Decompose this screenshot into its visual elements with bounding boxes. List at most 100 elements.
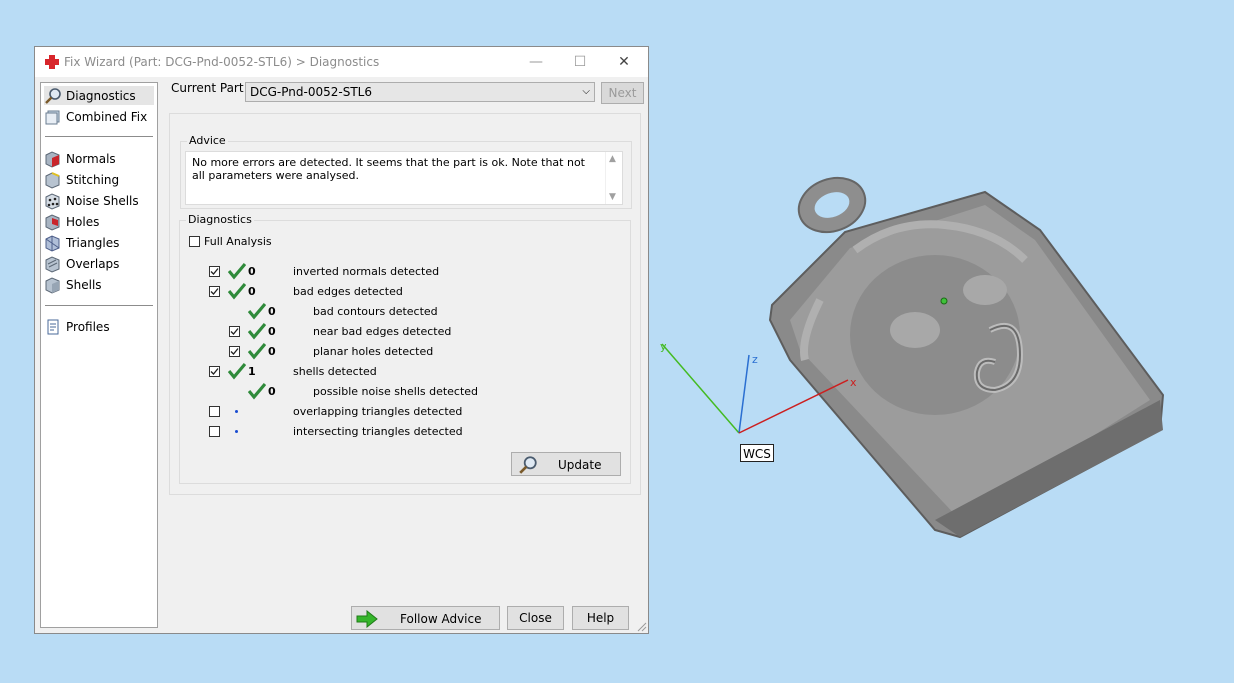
diagnostics-title: Diagnostics [186,213,254,226]
next-button[interactable]: Next [601,82,644,104]
current-part-label: Current Part: [171,81,248,95]
maximize-button[interactable]: ☐ [558,47,602,77]
ok-check-icon [247,322,267,340]
sidebar-item-normals[interactable]: Normals [44,149,116,168]
arrow-right-icon [356,610,378,628]
diagnostic-checkbox[interactable] [229,326,240,337]
sidebar-item-profiles[interactable]: Profiles [44,317,110,336]
diagnostic-label: bad contours detected [313,305,438,318]
advice-text: No more errors are detected. It seems th… [192,156,585,182]
sidebar-item-holes[interactable]: Holes [44,212,99,231]
window-title: Fix Wizard (Part: DCG-Pnd-0052-STL6) > D… [64,55,380,69]
pending-dot-icon [235,410,238,413]
diagnostic-label: shells detected [293,365,377,378]
noise-shells-icon [45,192,60,210]
checkmark-icon [230,328,239,335]
sidebar-divider [45,136,153,137]
normals-icon [45,150,60,168]
ok-check-icon [227,262,247,280]
sidebar-item-label: Combined Fix [66,109,148,124]
title-bar[interactable]: Fix Wizard (Part: DCG-Pnd-0052-STL6) > D… [35,47,648,77]
sidebar-item-shells[interactable]: Shells [44,275,102,294]
wizard-sidebar: Diagnostics Combined Fix Normals Stitchi… [40,82,158,628]
diagnostic-label: bad edges detected [293,285,403,298]
triangles-icon [45,234,60,252]
full-analysis-checkbox[interactable] [189,236,200,247]
sidebar-item-label: Holes [66,214,100,229]
update-button[interactable]: Update [511,452,621,476]
sidebar-item-label: Triangles [66,235,120,250]
ok-check-icon [247,342,267,360]
profiles-icon [47,319,59,334]
diagnostic-label: intersecting triangles detected [293,425,463,438]
y-axis [661,343,740,434]
sidebar-item-label: Overlaps [66,256,120,271]
diagnostic-checkbox[interactable] [209,366,220,377]
ok-check-icon [227,362,247,380]
checkmark-icon [230,348,239,355]
checkmark-icon [210,288,219,295]
diagnostic-count: 0 [268,345,276,358]
current-part-value: DCG-Pnd-0052-STL6 [250,85,372,99]
current-part-dropdown[interactable]: DCG-Pnd-0052-STL6 ⌵ [245,82,595,102]
sidebar-item-label: Profiles [66,319,110,334]
y-axis-label: y [660,340,667,353]
update-label: Update [558,458,602,472]
x-axis-label: x [850,376,857,389]
pendant-model[interactable] [768,169,1165,539]
diagnostic-checkbox[interactable] [209,266,220,277]
sidebar-item-combined-fix[interactable]: Combined Fix [44,107,147,126]
ok-check-icon [247,302,267,320]
sidebar-item-label: Shells [66,277,102,292]
magnifier-icon [45,87,61,104]
diagnostic-label: planar holes detected [313,345,434,358]
diagnostic-count: 0 [268,305,276,318]
diagnostic-count: 0 [268,325,276,338]
pending-dot-icon [235,430,238,433]
z-axis [738,354,750,434]
sidebar-item-label: Normals [66,151,116,166]
sidebar-item-stitching[interactable]: Stitching [44,170,119,189]
resize-grip-icon[interactable] [635,620,647,632]
diagnostic-checkbox[interactable] [209,406,220,417]
sidebar-item-noise-shells[interactable]: Noise Shells [44,191,139,210]
close-button[interactable]: Close [507,606,564,630]
diagnostic-count: 0 [248,285,256,298]
fix-wizard-icon [45,55,59,69]
diagnostic-label: near bad edges detected [313,325,452,338]
z-axis-label: z [752,353,758,366]
scroll-down-icon[interactable]: ▼ [609,192,616,202]
diagnostic-count: 1 [248,365,256,378]
chevron-down-icon: ⌵ [582,86,590,97]
diagnostic-count: 0 [268,385,276,398]
close-window-button[interactable]: ✕ [602,47,646,77]
sidebar-item-label: Stitching [66,172,120,187]
full-analysis-label: Full Analysis [204,235,272,248]
ok-check-icon [247,382,267,400]
checkmark-icon [210,368,219,375]
ok-check-icon [227,282,247,300]
3d-viewport[interactable]: y z x [650,150,1190,570]
checkmark-icon [210,268,219,275]
diagnostic-label: possible noise shells detected [313,385,479,398]
magnifier-icon [519,456,537,474]
sidebar-item-triangles[interactable]: Triangles [44,233,119,252]
sidebar-item-overlaps[interactable]: Overlaps [44,254,119,273]
overlaps-icon [45,255,60,273]
combined-fix-icon [45,110,60,124]
wcs-label[interactable]: WCS [740,444,774,462]
help-button[interactable]: Help [572,606,629,630]
diagnostic-checkbox[interactable] [229,346,240,357]
minimize-button[interactable]: — [514,47,558,77]
diagnostic-count: 0 [248,265,256,278]
diagnostic-checkbox[interactable] [209,286,220,297]
advice-textbox[interactable]: No more errors are detected. It seems th… [185,151,623,205]
advice-scrollbar[interactable]: ▲ ▼ [605,152,622,204]
sidebar-divider [45,305,153,306]
follow-advice-button[interactable]: Follow Advice [351,606,500,630]
shells-icon [45,276,60,294]
sidebar-item-diagnostics[interactable]: Diagnostics [44,86,154,105]
diagnostic-checkbox[interactable] [209,426,220,437]
scroll-up-icon[interactable]: ▲ [609,154,616,164]
holes-icon [45,213,60,231]
